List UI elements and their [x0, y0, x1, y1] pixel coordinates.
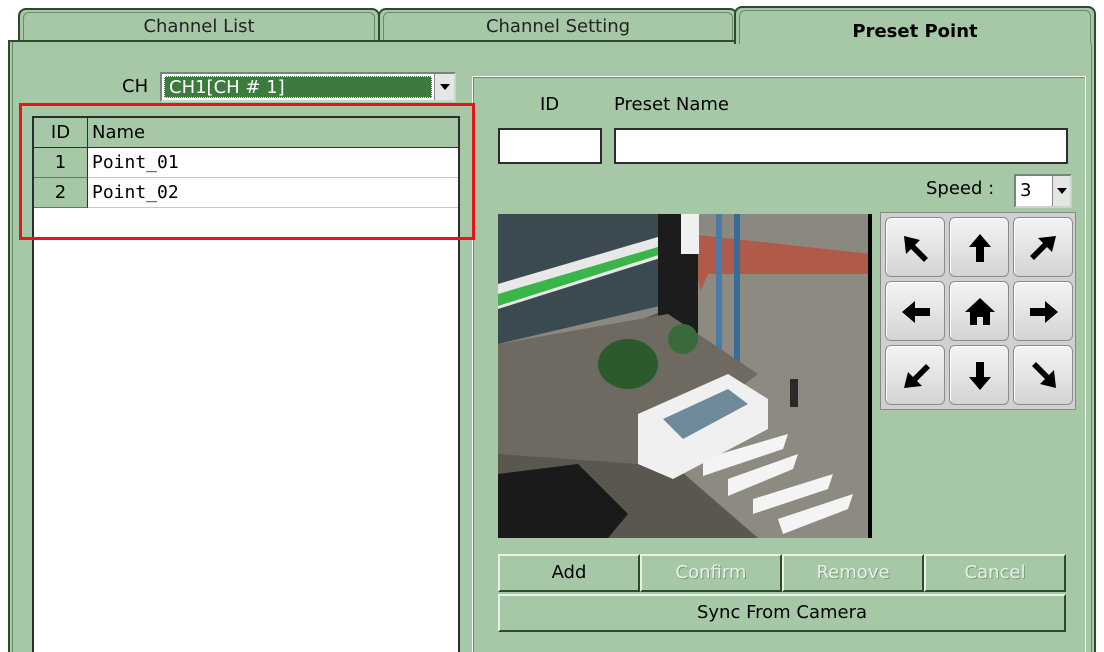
- up-left-arrow-icon-glyph: [904, 236, 928, 262]
- home-icon-glyph: [965, 298, 995, 325]
- cancel-button[interactable]: Cancel: [924, 554, 1066, 592]
- up-left-arrow-icon[interactable]: [885, 217, 945, 277]
- tab-inner: [23, 12, 375, 42]
- row-id: 2: [34, 178, 88, 208]
- chevron-down-icon[interactable]: [1052, 176, 1070, 206]
- id-label: ID: [540, 94, 560, 115]
- down-left-arrow-icon[interactable]: [885, 345, 945, 405]
- right-arrow-icon[interactable]: [1013, 281, 1073, 341]
- down-right-arrow-icon-glyph: [1032, 362, 1056, 388]
- chevron-down-icon[interactable]: [434, 74, 454, 100]
- sync-from-camera-button[interactable]: Sync From Camera: [498, 594, 1066, 632]
- add-button[interactable]: Add: [498, 554, 640, 592]
- down-left-arrow-icon-glyph: [904, 364, 930, 388]
- speed-label: Speed :: [926, 178, 995, 199]
- tab-underline: [8, 40, 736, 42]
- column-header-name: Name: [92, 122, 146, 143]
- preset-list[interactable]: ID Name 1 Point_01 2 Point_02: [32, 116, 460, 652]
- id-field[interactable]: [498, 128, 602, 164]
- down-right-arrow-icon[interactable]: [1013, 345, 1073, 405]
- preset-point-window: Channel List Channel Setting Preset Poin…: [0, 0, 1104, 652]
- row-name: Point_02: [92, 182, 179, 203]
- up-arrow-icon-glyph: [969, 234, 991, 262]
- tab-channel-setting[interactable]: Channel Setting: [378, 8, 738, 42]
- chevron-down-icon-glyph: [1057, 188, 1067, 194]
- left-arrow-icon[interactable]: [885, 281, 945, 341]
- up-arrow-icon[interactable]: [949, 217, 1009, 277]
- left-arrow-icon-glyph: [902, 301, 930, 323]
- list-item[interactable]: 1 Point_01: [34, 148, 458, 178]
- preset-name-label: Preset Name: [614, 94, 729, 115]
- list-header: ID Name: [34, 118, 458, 148]
- camera-scene: [498, 214, 868, 538]
- confirm-button[interactable]: Confirm: [640, 554, 782, 592]
- ptz-control-pad: [880, 212, 1076, 410]
- tab-channel-list[interactable]: Channel List: [18, 8, 380, 42]
- column-header-id: ID: [34, 118, 88, 148]
- list-item[interactable]: 2 Point_02: [34, 178, 458, 208]
- tab-preset-point[interactable]: Preset Point: [734, 6, 1096, 44]
- remove-button[interactable]: Remove: [782, 554, 924, 592]
- home-icon[interactable]: [949, 281, 1009, 341]
- row-name: Point_01: [92, 152, 179, 173]
- chevron-down-icon-glyph: [440, 84, 450, 90]
- channel-select-value: CH1[CH # 1]: [164, 76, 432, 98]
- channel-select[interactable]: CH1[CH # 1]: [160, 72, 456, 102]
- preset-name-field[interactable]: [614, 128, 1068, 164]
- camera-preview: [498, 214, 872, 538]
- tab-inner: [383, 12, 733, 42]
- speed-select[interactable]: 3: [1014, 174, 1072, 208]
- up-right-arrow-icon-glyph: [1030, 236, 1056, 260]
- tab-inner: [739, 10, 1091, 44]
- speed-value: 3: [1020, 180, 1032, 201]
- row-id: 1: [34, 148, 88, 178]
- right-arrow-icon-glyph: [1030, 301, 1058, 323]
- down-arrow-icon[interactable]: [949, 345, 1009, 405]
- up-right-arrow-icon[interactable]: [1013, 217, 1073, 277]
- down-arrow-icon-glyph: [969, 362, 991, 390]
- channel-label: CH: [122, 76, 149, 97]
